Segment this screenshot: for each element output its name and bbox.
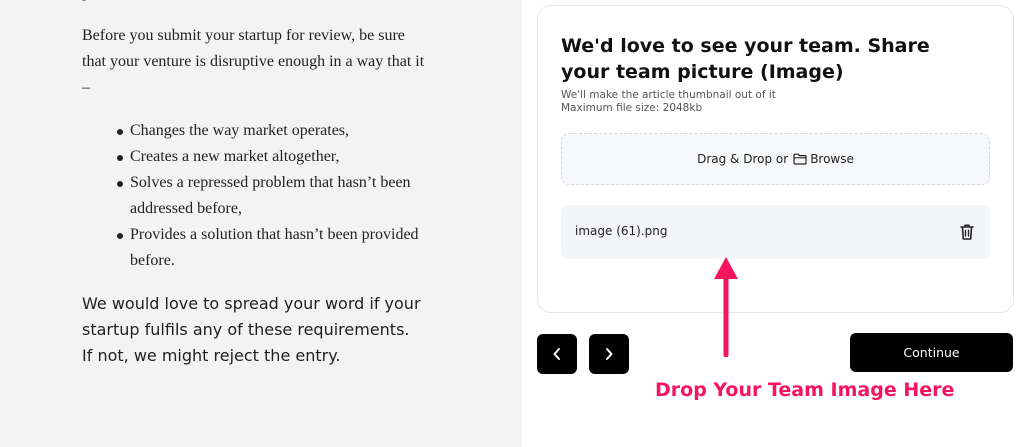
clipped-text-line: p	[82, 0, 427, 6]
thumbnail-note: We'll make the article thumbnail out of …	[561, 89, 776, 101]
article-pane: p Before you submit your startup for rev…	[0, 0, 522, 447]
drop-zone[interactable]: Drag & Drop or Browse	[561, 133, 990, 185]
upload-card: We'd love to see your team. Share your t…	[537, 5, 1014, 313]
next-button[interactable]	[589, 334, 629, 374]
list-item: Solves a repressed problem that hasn’t b…	[112, 170, 432, 222]
upload-subtitle: We'll make the article thumbnail out of …	[561, 89, 981, 115]
annotation-text: Drop Your Team Image Here	[655, 379, 955, 401]
list-item: Creates a new market altogether,	[112, 144, 432, 170]
closing-paragraph: We would love to spread your word if you…	[82, 294, 421, 365]
annotation-arrow	[714, 257, 738, 357]
intro-paragraph: Before you submit your startup for revie…	[82, 27, 425, 96]
list-item: Provides a solution that hasn’t been pro…	[112, 222, 432, 274]
previous-button[interactable]	[537, 334, 577, 374]
uploaded-file-row: image (61).png	[561, 205, 990, 259]
trash-icon[interactable]	[958, 222, 976, 242]
chevron-right-icon	[606, 348, 613, 360]
list-item: Changes the way market operates,	[112, 118, 432, 144]
browse-link[interactable]: Browse	[810, 152, 854, 166]
requirements-list: Changes the way market operates, Creates…	[112, 118, 432, 274]
max-size-note: Maximum file size: 2048kb	[561, 102, 703, 114]
folder-icon	[793, 153, 807, 165]
drag-drop-label: Drag & Drop or	[697, 152, 789, 166]
chevron-left-icon	[553, 348, 560, 360]
upload-title: We'd love to see your team. Share your t…	[561, 35, 930, 83]
file-name: image (61).png	[575, 224, 668, 238]
continue-button[interactable]: Continue	[850, 333, 1013, 372]
